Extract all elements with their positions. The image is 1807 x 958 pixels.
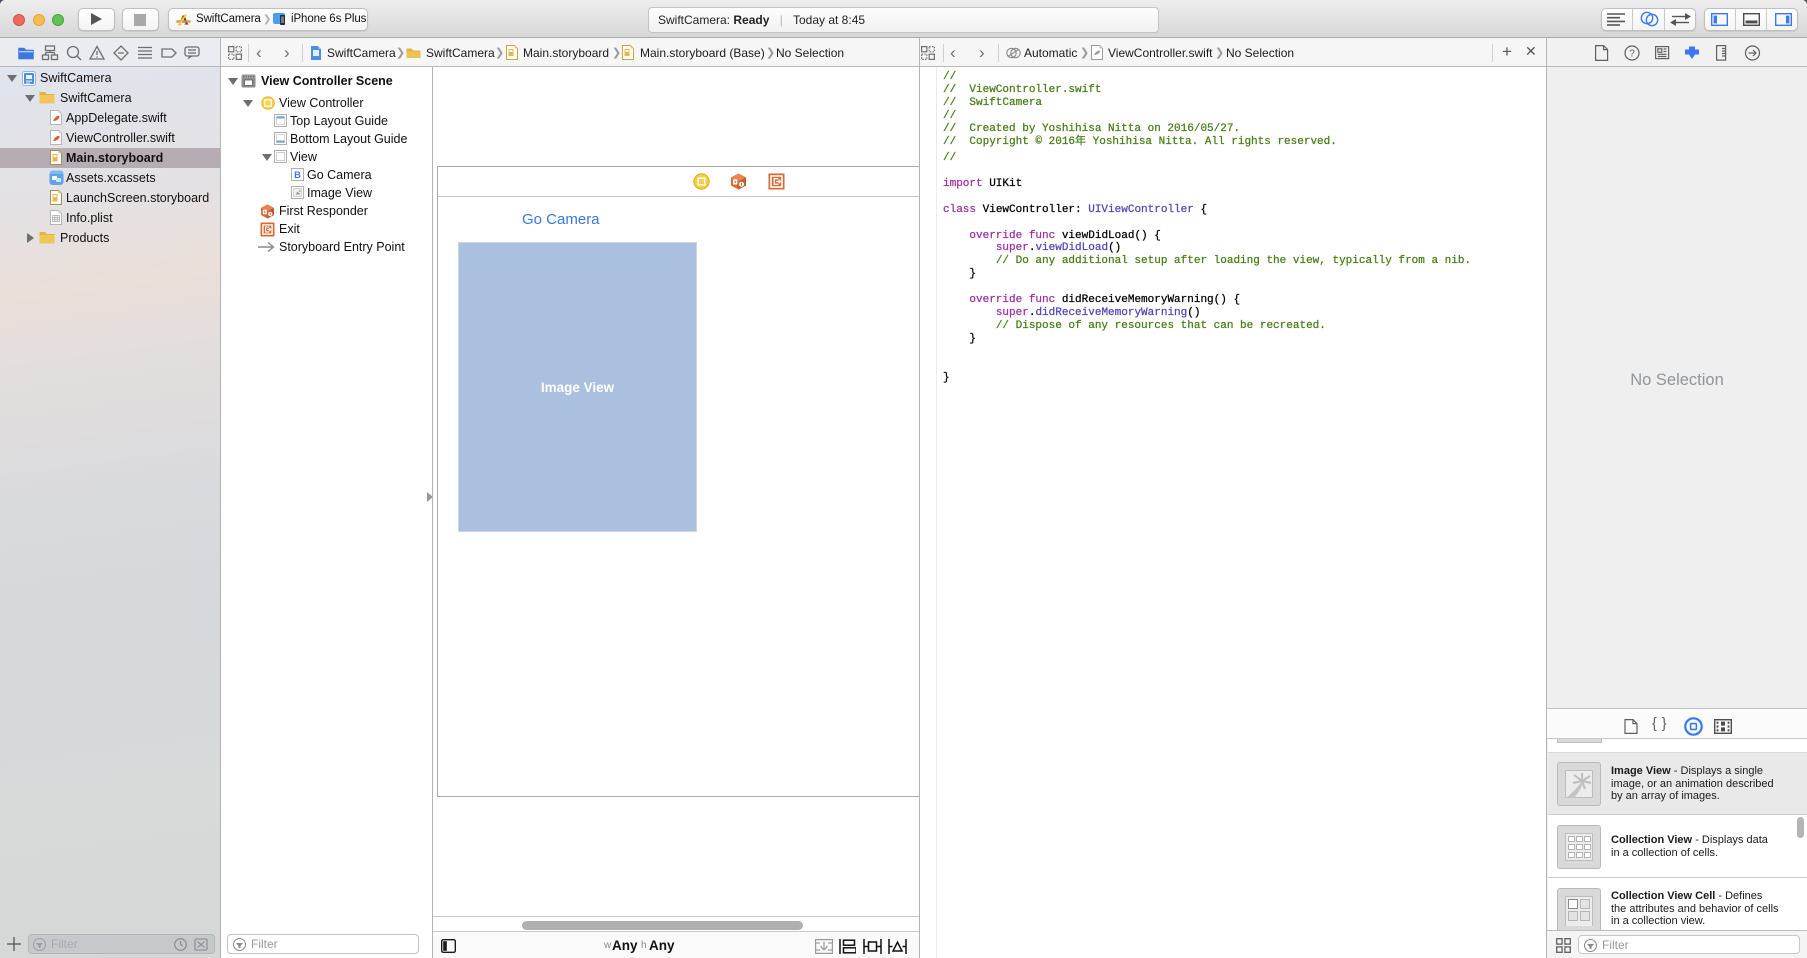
- svg-text:?: ?: [1629, 49, 1635, 60]
- svg-text:B: B: [294, 170, 301, 181]
